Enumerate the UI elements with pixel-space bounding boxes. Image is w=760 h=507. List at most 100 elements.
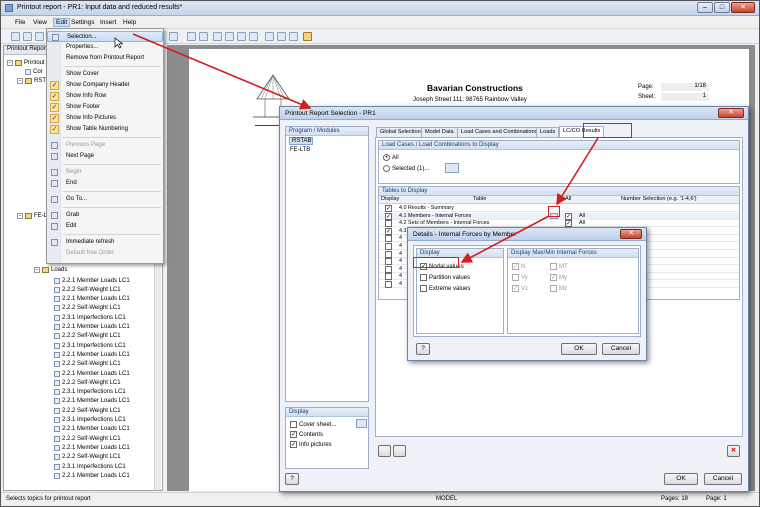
- open-icon[interactable]: [23, 32, 32, 41]
- table-tool-icon[interactable]: [378, 445, 391, 457]
- help-icon[interactable]: ?: [285, 473, 299, 485]
- new-icon[interactable]: [11, 32, 20, 41]
- menu-help[interactable]: Help: [123, 19, 136, 26]
- force-mt-checkbox[interactable]: MT: [550, 263, 568, 270]
- zoom-out-icon[interactable]: [277, 32, 286, 41]
- menu-item[interactable]: Grab: [47, 210, 163, 221]
- tree-item[interactable]: 2.2.2 Self-Weight LC1: [54, 434, 121, 443]
- force-vz-checkbox[interactable]: ✓ Vz: [512, 285, 528, 292]
- row-display-checkbox[interactable]: ✓: [385, 205, 392, 212]
- details-cancel-button[interactable]: Cancel: [602, 343, 640, 355]
- row-display-checkbox[interactable]: [385, 243, 392, 250]
- menu-item[interactable]: Immediate refresh: [47, 237, 163, 248]
- force-my-checkbox[interactable]: ✓ My: [550, 274, 567, 281]
- module-item-rstab[interactable]: RSTAB: [289, 137, 313, 145]
- tree-item[interactable]: 2.2.1 Member Loads LC1: [54, 443, 130, 452]
- partition-values-checkbox[interactable]: Partition values: [420, 274, 470, 281]
- page-prev-icon[interactable]: [225, 32, 234, 41]
- tree-item[interactable]: 2.2.1 Member Loads LC1: [54, 397, 130, 406]
- details-close-button[interactable]: ✕: [620, 229, 642, 239]
- tree-node[interactable]: − Printout: [7, 58, 45, 67]
- menu-view[interactable]: View: [33, 19, 47, 26]
- tree-node[interactable]: − FE-L: [17, 211, 47, 220]
- zoom-in-icon[interactable]: [265, 32, 274, 41]
- row-display-checkbox[interactable]: [385, 220, 392, 228]
- menu-file[interactable]: File: [15, 19, 25, 26]
- tab-model-data[interactable]: Model Data: [421, 127, 458, 137]
- tree-item[interactable]: 2.2.1 Member Loads LC1: [54, 425, 130, 434]
- details-help-icon[interactable]: ?: [416, 343, 430, 355]
- menu-item[interactable]: ✓ Show Info Pictures: [47, 113, 163, 124]
- tab-global-selection[interactable]: Global Selection: [376, 127, 425, 137]
- menu-item[interactable]: Properties...: [47, 42, 163, 53]
- row-display-checkbox[interactable]: [385, 281, 392, 288]
- menu-item[interactable]: Edit: [47, 221, 163, 232]
- page-last-icon[interactable]: [249, 32, 258, 41]
- menu-edit[interactable]: Edit: [53, 18, 71, 27]
- tree-item[interactable]: 2.2.2 Self-Weight LC1: [54, 285, 121, 294]
- tree-item[interactable]: 2.2.2 Self-Weight LC1: [54, 453, 121, 462]
- tree-item[interactable]: 2.2.1 Member Loads LC1: [54, 350, 130, 359]
- page-first-icon[interactable]: [213, 32, 222, 41]
- menu-item[interactable]: ✓ Show Footer: [47, 102, 163, 113]
- tree-item[interactable]: 2.2.2 Self-Weight LC1: [54, 332, 121, 341]
- tree-item[interactable]: 2.2.1 Member Loads LC1: [54, 471, 130, 480]
- zoom-fit-icon[interactable]: [289, 32, 298, 41]
- row-display-checkbox[interactable]: ✓: [385, 227, 392, 235]
- close-button[interactable]: ✕: [731, 2, 755, 13]
- tree-item[interactable]: 2.2.2 Self-Weight LC1: [54, 406, 121, 415]
- tree-item[interactable]: 2.2.1 Member Loads LC1: [54, 295, 130, 304]
- contents-checkbox[interactable]: ✓ Contents: [290, 431, 323, 438]
- radio-selected[interactable]: Selected (1)...: [383, 165, 429, 172]
- cover-settings-icon[interactable]: [356, 419, 367, 428]
- row-display-checkbox[interactable]: [385, 273, 392, 281]
- tree-item[interactable]: 2.2.1 Member Loads LC1: [54, 276, 130, 285]
- cover-sheet-checkbox[interactable]: Cover sheet...: [290, 421, 336, 428]
- row-all-checkbox[interactable]: ✓: [565, 212, 572, 220]
- tree-item[interactable]: 2.3.1 Imperfections LC1: [54, 341, 126, 350]
- table-tool-icon-2[interactable]: [393, 445, 406, 457]
- row-display-checkbox[interactable]: ✓: [385, 212, 392, 220]
- refresh-icon[interactable]: [187, 32, 196, 41]
- menu-item[interactable]: ✓ Show Table Numbering: [47, 124, 163, 135]
- menu-insert[interactable]: Insert: [100, 19, 116, 26]
- tab-load-cases[interactable]: Load Cases and Combinations: [457, 127, 542, 137]
- radio-all[interactable]: • All: [383, 154, 399, 161]
- tree-item[interactable]: 2.3.1 Imperfections LC1: [54, 462, 126, 471]
- tree-item[interactable]: 2.2.1 Member Loads LC1: [54, 323, 130, 332]
- row-number-selection[interactable]: All: [579, 213, 585, 220]
- save-icon[interactable]: [35, 32, 44, 41]
- dialog-ok-button[interactable]: OK: [664, 473, 698, 485]
- tree-node[interactable]: − RST: [17, 76, 46, 85]
- minimize-button[interactable]: –: [697, 2, 713, 13]
- tree-item[interactable]: 2.3.1 Imperfections LC1: [54, 313, 126, 322]
- settings-icon[interactable]: [169, 32, 178, 41]
- menu-item[interactable]: Selection...: [47, 31, 163, 42]
- tab-loads[interactable]: Loads: [536, 127, 560, 137]
- lock-icon[interactable]: [303, 32, 312, 41]
- tree-item[interactable]: 2.2.2 Self-Weight LC1: [54, 378, 121, 387]
- print-icon[interactable]: [199, 32, 208, 41]
- tree-item[interactable]: 2.2.1 Member Loads LC1: [54, 369, 130, 378]
- menu-item[interactable]: Go To...: [47, 194, 163, 205]
- force-vy-checkbox[interactable]: Vy: [512, 274, 528, 281]
- tree-item[interactable]: 2.3.1 Imperfections LC1: [54, 388, 126, 397]
- maximize-button[interactable]: □: [714, 2, 730, 13]
- row-display-checkbox[interactable]: [385, 250, 392, 258]
- row-display-checkbox[interactable]: [385, 265, 392, 273]
- menu-item[interactable]: End: [47, 178, 163, 189]
- menu-item[interactable]: Next Page: [47, 151, 163, 162]
- info-pictures-checkbox[interactable]: ✓ Info pictures: [290, 441, 332, 448]
- select-lc-button[interactable]: [445, 163, 459, 173]
- delete-icon[interactable]: ✕: [727, 445, 740, 457]
- tree-item[interactable]: 2.3.1 Imperfections LC1: [54, 416, 126, 425]
- module-item-fe-ltb[interactable]: FE-LTB: [290, 147, 310, 153]
- menu-item[interactable]: ✓ Show Company Header: [47, 80, 163, 91]
- menu-settings[interactable]: Settings: [71, 19, 95, 26]
- menu-item[interactable]: Remove from Printout Report: [47, 53, 163, 64]
- menu-item[interactable]: Show Cover: [47, 69, 163, 80]
- tree-item[interactable]: 2.2.2 Self-Weight LC1: [54, 304, 121, 313]
- dialog-close-button[interactable]: ✕: [718, 108, 744, 118]
- row-display-checkbox[interactable]: [385, 235, 392, 243]
- page-next-icon[interactable]: [237, 32, 246, 41]
